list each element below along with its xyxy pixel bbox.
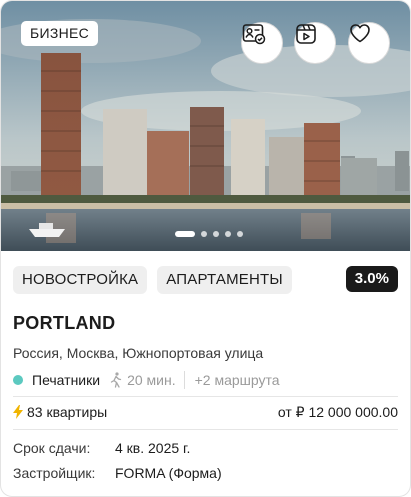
developer-row: Застройщик: FORMA (Форма) <box>13 464 222 482</box>
mortgage-rate-badge: 3.0% <box>345 266 398 292</box>
property-title[interactable]: PORTLAND <box>13 313 115 334</box>
business-class-badge: БИЗНЕС <box>21 21 99 46</box>
metro-station: Печатники <box>32 372 101 388</box>
completion-date-value: 4 кв. 2025 г. <box>115 440 191 456</box>
gallery-dot[interactable] <box>201 231 207 237</box>
divider <box>13 429 398 430</box>
completion-date-row: Срок сдачи: 4 кв. 2025 г. <box>13 439 190 457</box>
gallery-dot[interactable] <box>213 231 219 237</box>
property-card[interactable]: БИЗНЕС НОВОСТРОЙКА АПАРТАМЕНТЫ 3.0% PORT… <box>0 0 411 497</box>
verified-docs-button[interactable] <box>241 22 283 64</box>
gallery-dot[interactable] <box>237 231 243 237</box>
heart-icon <box>350 24 370 43</box>
property-address: Россия, Москва, Южнопортовая улица <box>13 345 264 361</box>
metro-info: Печатники 20 мин. +2 маршрута <box>13 371 280 389</box>
completion-date-label: Срок сдачи: <box>13 440 91 456</box>
video-play-icon <box>296 24 316 44</box>
gallery-dot[interactable] <box>175 231 195 237</box>
gallery-dot[interactable] <box>225 231 231 237</box>
walk-time: 20 мин. <box>127 372 176 388</box>
divider <box>183 371 185 389</box>
favorite-button[interactable] <box>348 22 390 64</box>
price-from: от ₽ 12 000 000.00 <box>277 403 398 420</box>
flats-price-row: 83 квартиры от ₽ 12 000 000.00 <box>13 403 398 421</box>
walking-person-icon <box>110 372 122 388</box>
tag-apartments: АПАРТАМЕНТЫ <box>157 266 292 294</box>
metro-line-icon <box>13 375 23 385</box>
lightning-icon <box>13 405 23 419</box>
property-tags: НОВОСТРОЙКА АПАРТАМЕНТЫ <box>13 266 292 294</box>
flats-count: 83 квартиры <box>27 404 108 420</box>
developer-label: Застройщик: <box>13 465 96 481</box>
property-photo[interactable]: БИЗНЕС <box>1 1 410 251</box>
developer-value[interactable]: FORMA (Форма) <box>115 465 222 481</box>
tag-new-building: НОВОСТРОЙКА <box>13 266 148 294</box>
more-routes-link[interactable]: +2 маршрута <box>195 372 280 388</box>
id-card-check-icon <box>242 24 266 45</box>
gallery-pagination[interactable] <box>175 231 243 237</box>
video-button[interactable] <box>294 22 336 64</box>
divider <box>13 396 398 397</box>
